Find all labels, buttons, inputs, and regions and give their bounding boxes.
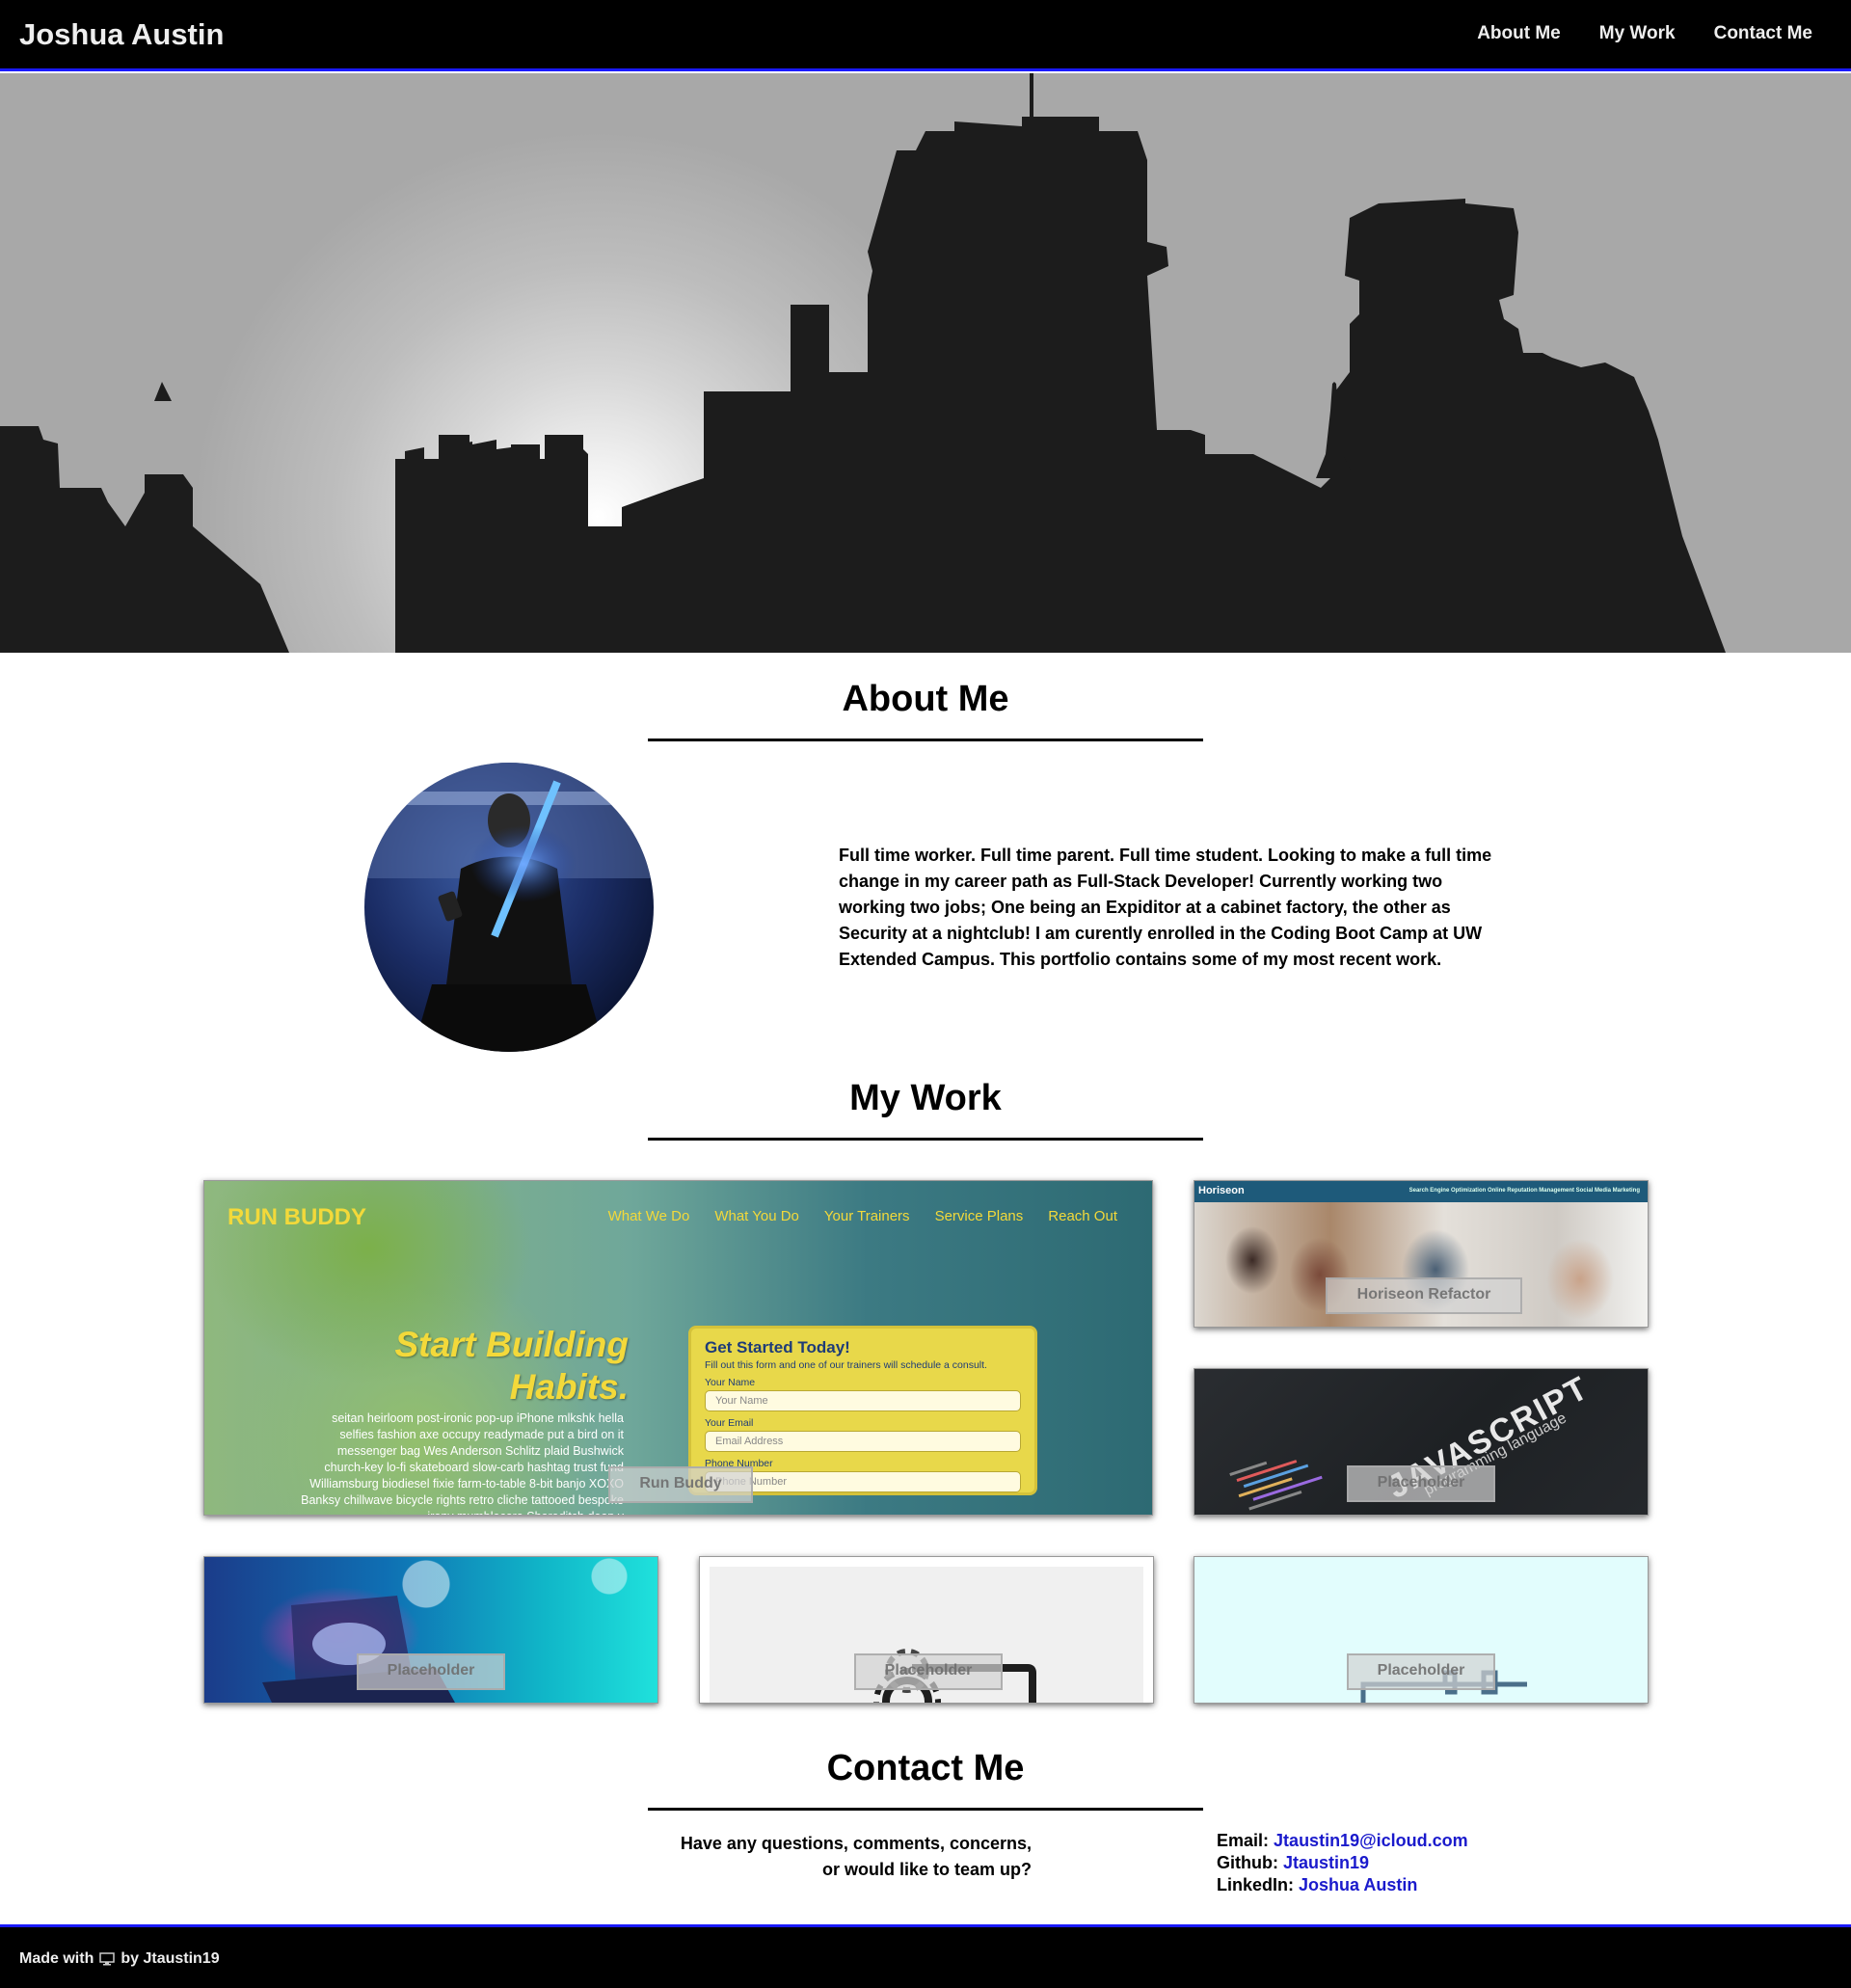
contact-prompt-line1: Have any questions, comments, concerns, <box>680 1834 1032 1853</box>
footer-made-with: Made with <box>19 1950 94 1967</box>
project-label[interactable]: Horiseon Refactor <box>1326 1277 1522 1314</box>
contact-links: Email: Jtaustin19@icloud.com Github: Jta… <box>1217 1830 1468 1896</box>
rb-nav-item: Reach Out <box>1048 1208 1117 1224</box>
contact-prompt: Have any questions, comments, concerns, … <box>578 1831 1032 1883</box>
rb-nav-item: What You Do <box>714 1208 799 1224</box>
avatar <box>364 763 654 1052</box>
footer-by: by Jtaustin19 <box>121 1950 220 1967</box>
rb-nav-item: What We Do <box>607 1208 690 1224</box>
contact-prompt-line2: or would like to team up? <box>821 1860 1032 1879</box>
project-card-aqua[interactable]: Placeholder <box>1194 1556 1649 1704</box>
run-buddy-logo: RUN BUDDY <box>228 1204 366 1230</box>
contact-linkedin-row: LinkedIn: Joshua Austin <box>1217 1874 1468 1896</box>
about-title: About Me <box>842 679 1009 719</box>
nav-link-work[interactable]: My Work <box>1599 23 1676 44</box>
project-label[interactable]: Run Buddy <box>608 1466 753 1503</box>
run-buddy-lorem: seitan heirloom post-ironic pop-up iPhon… <box>301 1411 624 1515</box>
project-label[interactable]: Placeholder <box>854 1653 1003 1690</box>
about-bio: Full time worker. Full time parent. Full… <box>839 846 1492 969</box>
rb-name-input: Your Name <box>705 1390 1021 1411</box>
work-divider <box>648 1138 1203 1141</box>
rb-headline-line2: Habits. <box>509 1367 629 1407</box>
horiseon-header: Horiseon Search Engine Optimization Onli… <box>1194 1181 1648 1202</box>
footer-credit: Made with by Jtaustin19 <box>19 1950 220 1968</box>
project-label[interactable]: Placeholder <box>1347 1465 1495 1502</box>
project-card-cloud[interactable]: Placeholder <box>203 1556 658 1704</box>
github-label: Github: <box>1217 1853 1278 1872</box>
email-label: Email: <box>1217 1831 1270 1850</box>
email-link[interactable]: Jtaustin19@icloud.com <box>1274 1831 1468 1850</box>
rb-nav-item: Your Trainers <box>823 1208 910 1224</box>
project-card-gears[interactable]: Placeholder <box>699 1556 1154 1704</box>
about-divider <box>648 739 1203 741</box>
rb-headline-line1: Start Building <box>394 1325 629 1364</box>
github-link[interactable]: Jtaustin19 <box>1283 1853 1369 1872</box>
rb-form-sub: Fill out this form and one of our traine… <box>705 1359 987 1371</box>
project-label[interactable]: Placeholder <box>1347 1653 1495 1690</box>
site-footer: Made with by Jtaustin19 <box>0 1924 1851 1988</box>
profile-photo-icon <box>364 763 654 1052</box>
computer-icon <box>99 1952 116 1966</box>
project-card-javascript[interactable]: JAVASCRIPT programming language Placehol… <box>1194 1368 1649 1516</box>
nav-link-contact[interactable]: Contact Me <box>1714 23 1812 44</box>
rb-form-title: Get Started Today! <box>705 1338 850 1357</box>
work-title: My Work <box>849 1078 1002 1118</box>
rb-nav-item: Service Plans <box>934 1208 1024 1224</box>
contact-email-row: Email: Jtaustin19@icloud.com <box>1217 1830 1468 1852</box>
run-buddy-headline: Start Building Habits. <box>394 1324 629 1409</box>
project-label[interactable]: Placeholder <box>357 1653 505 1690</box>
linkedin-link[interactable]: Joshua Austin <box>1299 1875 1417 1894</box>
contact-divider <box>648 1808 1203 1811</box>
site-brand[interactable]: Joshua Austin <box>19 17 224 52</box>
contact-github-row: Github: Jtaustin19 <box>1217 1852 1468 1874</box>
main-nav: About Me My Work Contact Me <box>1477 23 1812 44</box>
horiseon-brand: Horiseon <box>1198 1185 1245 1196</box>
hero-banner <box>0 73 1851 653</box>
rb-email-input: Email Address <box>705 1431 1021 1452</box>
linkedin-label: LinkedIn: <box>1217 1875 1294 1894</box>
top-navbar: Joshua Austin About Me My Work Contact M… <box>0 0 1851 71</box>
project-card-run-buddy[interactable]: RUN BUDDY What We Do What You Do Your Tr… <box>203 1180 1153 1516</box>
rb-email-label: Your Email <box>705 1417 754 1429</box>
contact-title: Contact Me <box>826 1748 1025 1788</box>
project-card-horiseon[interactable]: Horiseon Search Engine Optimization Onli… <box>1194 1180 1649 1328</box>
horiseon-nav: Search Engine Optimization Online Reputa… <box>1408 1188 1640 1194</box>
rb-name-label: Your Name <box>705 1377 756 1388</box>
castle-silhouette <box>0 73 1726 653</box>
nav-link-about[interactable]: About Me <box>1477 23 1561 44</box>
run-buddy-nav: What We Do What You Do Your Trainers Ser… <box>608 1208 1117 1224</box>
